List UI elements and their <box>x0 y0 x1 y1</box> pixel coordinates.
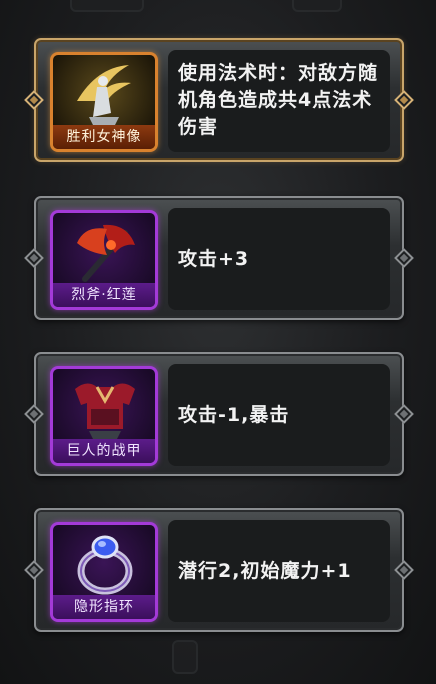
item-icon-frame[interactable]: 巨人的战甲 <box>50 366 158 466</box>
equipment-card-2[interactable]: 烈斧·红莲 攻击+3 <box>24 196 414 320</box>
equipment-card-3[interactable]: 巨人的战甲 攻击-1,暴击 <box>24 352 414 476</box>
card-ornament-right <box>394 404 414 424</box>
equipment-card-4[interactable]: 隐形指环 潜行2,初始魔力+1 <box>24 508 414 632</box>
item-name: 烈斧·红莲 <box>53 283 155 307</box>
item-description: 使用法术时：对敌方随机角色造成共4点法术伤害 <box>168 50 390 152</box>
background-panel <box>292 0 342 12</box>
card-ornament-right <box>394 248 414 268</box>
item-icon-frame[interactable]: 胜利女神像 <box>50 52 158 152</box>
card-ornament-left <box>24 404 44 424</box>
item-name: 胜利女神像 <box>53 125 155 149</box>
item-icon-frame[interactable]: 隐形指环 <box>50 522 158 622</box>
item-description: 攻击+3 <box>168 208 390 310</box>
invisibility-ring-icon <box>77 535 133 595</box>
card-ornament-right <box>394 560 414 580</box>
item-name: 隐形指环 <box>53 595 155 619</box>
card-ornament-left <box>24 90 44 110</box>
item-description: 潜行2,初始魔力+1 <box>168 520 390 622</box>
item-name: 巨人的战甲 <box>53 439 155 463</box>
background-panel <box>70 0 144 12</box>
card-ornament-left <box>24 248 44 268</box>
victory-goddess-statue-icon <box>77 65 131 125</box>
background-panel <box>172 640 198 674</box>
card-ornament-right <box>394 90 414 110</box>
crimson-lotus-axe-icon <box>77 224 135 282</box>
card-ornament-left <box>24 560 44 580</box>
equipment-card-1[interactable]: 胜利女神像 使用法术时：对敌方随机角色造成共4点法术伤害 <box>24 38 414 162</box>
item-icon-frame[interactable]: 烈斧·红莲 <box>50 210 158 310</box>
giant-armor-icon <box>75 383 135 439</box>
item-description: 攻击-1,暴击 <box>168 364 390 466</box>
